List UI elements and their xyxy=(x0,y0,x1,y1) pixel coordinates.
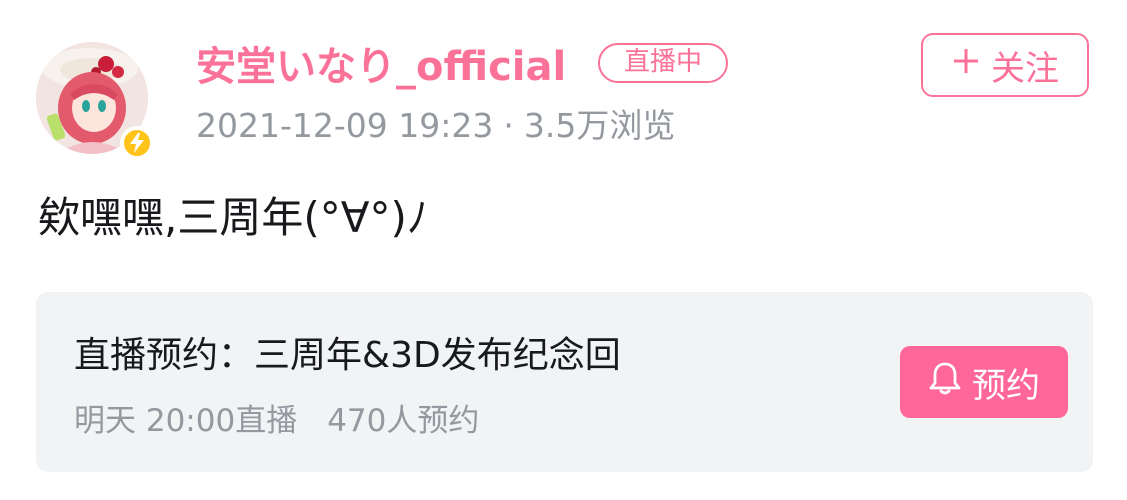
lightning-icon xyxy=(120,126,154,160)
post-datetime: 2021-12-09 19:23 xyxy=(196,106,494,145)
reservation-title: 直播预约：三周年&3D发布纪念回 xyxy=(74,335,621,376)
author-avatar[interactable] xyxy=(36,42,154,160)
view-count: 3.5万浏览 xyxy=(523,106,676,145)
post-meta: 2021-12-09 19:23 · 3.5万浏览 xyxy=(196,103,675,149)
plus-icon xyxy=(951,45,981,85)
reservation-count: 470人预约 xyxy=(327,403,480,439)
bell-icon xyxy=(928,360,962,405)
reservation-time: 明天 20:00直播 xyxy=(74,403,298,439)
meta-separator: · xyxy=(503,106,514,145)
live-reservation-card[interactable]: 直播预约：三周年&3D发布纪念回 明天 20:00直播 470人预约 预约 xyxy=(36,292,1093,472)
post-text: 欸嘿嘿,三周年(°∀°)ﾉ xyxy=(38,193,428,242)
live-status-badge[interactable]: 直播中 xyxy=(598,43,728,83)
author-name[interactable]: 安堂いなり_official xyxy=(196,38,566,96)
reserve-button-label: 预约 xyxy=(972,365,1040,406)
reserve-button[interactable]: 预约 xyxy=(900,346,1068,418)
reservation-details: 明天 20:00直播 470人预约 xyxy=(74,398,479,444)
follow-button-label: 关注 xyxy=(991,48,1059,89)
follow-button[interactable]: 关注 xyxy=(921,33,1089,97)
